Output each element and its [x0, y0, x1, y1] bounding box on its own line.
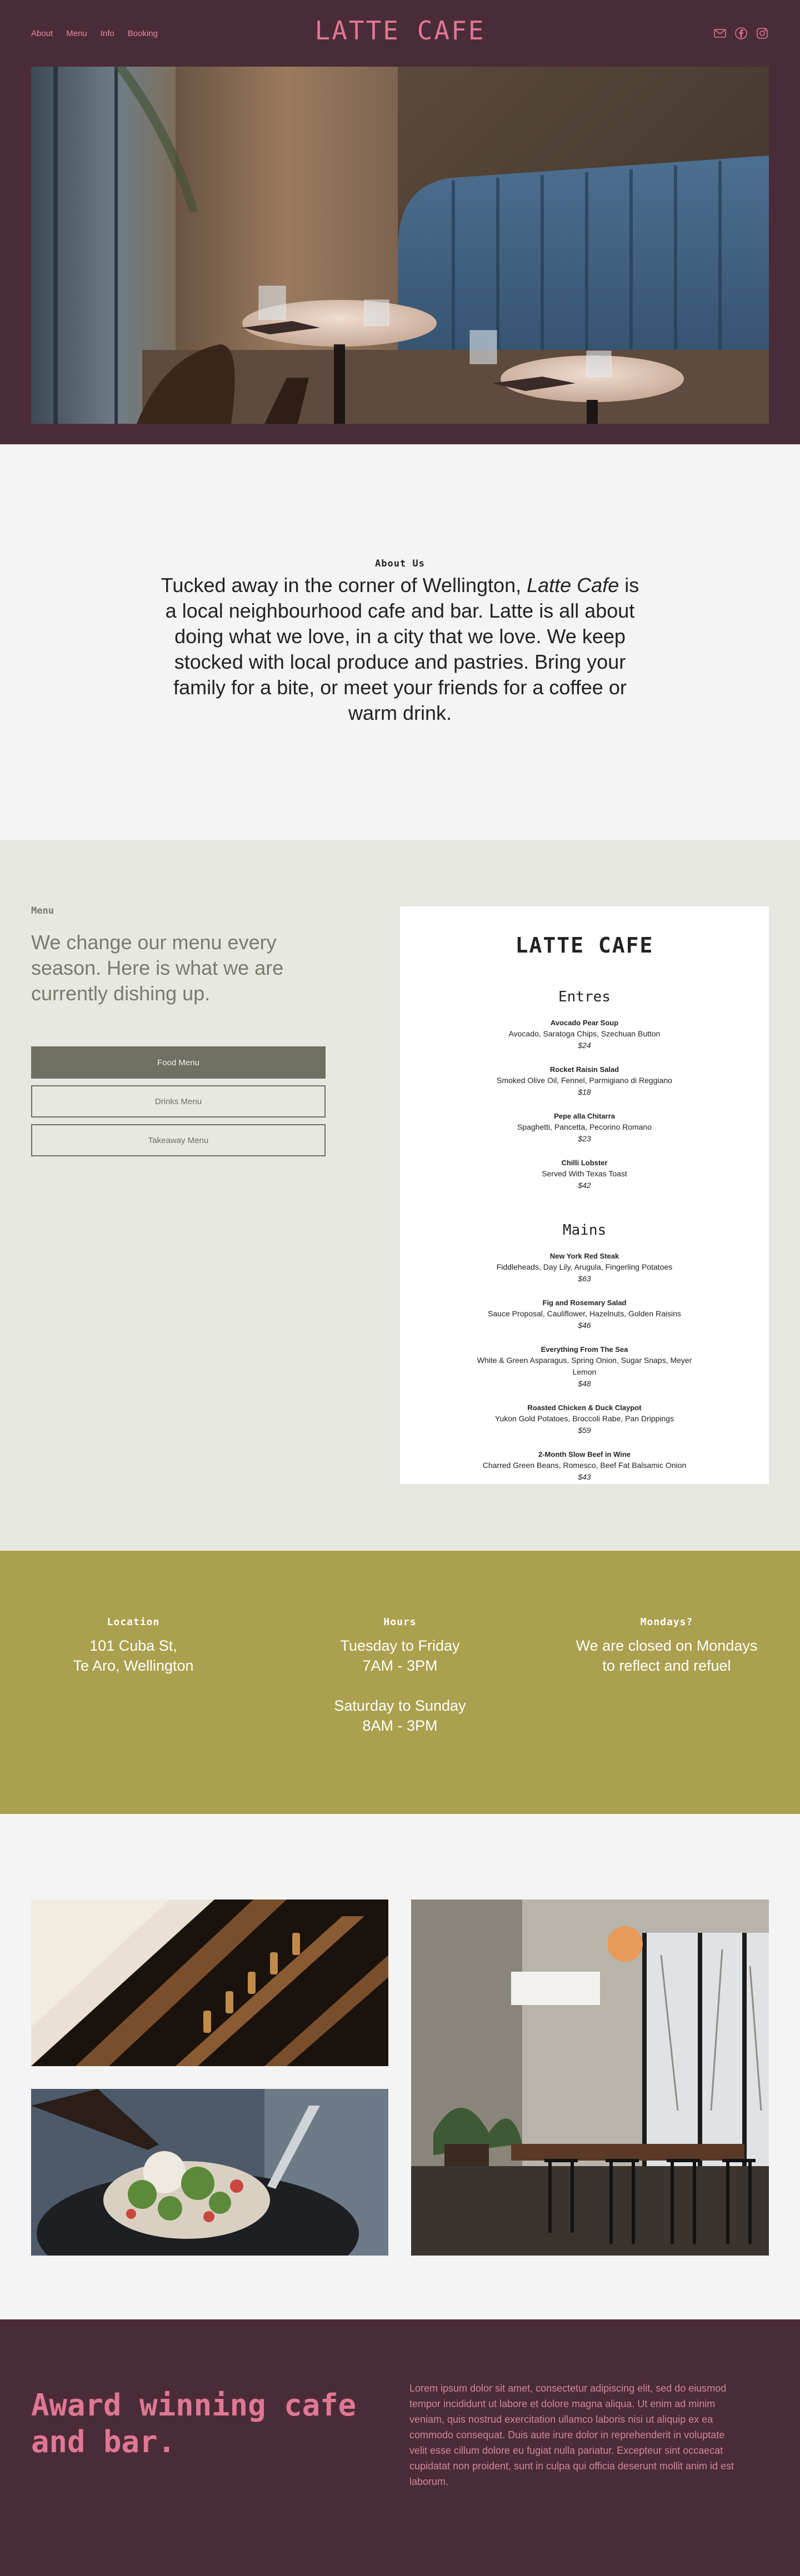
- location-column: Location 101 Cuba St, Te Aro, Wellington: [0, 1616, 267, 1814]
- dish-description: Charred Green Beans, Romesco, Beef Fat B…: [482, 1461, 687, 1470]
- menu-item: Everything From The Sea White & Green As…: [400, 1344, 769, 1389]
- facebook-icon[interactable]: [734, 27, 748, 40]
- dish-price: $23: [578, 1134, 591, 1143]
- dish-price: $42: [578, 1181, 591, 1190]
- hero-image: [31, 67, 769, 424]
- dish-name: Fig and Rosemary Salad: [542, 1299, 627, 1307]
- nav-link-menu[interactable]: Menu: [66, 29, 87, 38]
- dish-description: White & Green Asparagus, Spring Onion, S…: [477, 1356, 692, 1376]
- dish-name: Avocado Pear Soup: [550, 1019, 619, 1027]
- menu-item: Roasted Chicken & Duck Claypot Yukon Gol…: [400, 1402, 769, 1436]
- mains-list: New York Red Steak Fiddleheads, Day Lily…: [400, 1251, 769, 1482]
- dish-description: Yukon Gold Potatoes, Broccoli Rabe, Pan …: [494, 1414, 674, 1423]
- mondays-column: Mondays? We are closed on Mondays to ref…: [533, 1616, 800, 1814]
- gallery-image-interior: [411, 1900, 769, 2256]
- mondays-text: We are closed on Mondays: [576, 1637, 758, 1654]
- about-cafe-name: Latte Cafe: [527, 574, 619, 597]
- menu-item: 2-Month Slow Beef in Wine Charred Green …: [400, 1449, 769, 1482]
- dish-price: $24: [578, 1041, 591, 1050]
- nav-links: About Menu Info Booking: [31, 29, 158, 38]
- takeaway-menu-button[interactable]: Takeaway Menu: [31, 1124, 326, 1156]
- hours-days: Saturday to Sunday: [334, 1697, 466, 1714]
- instagram-icon[interactable]: [756, 27, 769, 40]
- address-line: 101 Cuba St,: [89, 1637, 177, 1654]
- location-heading: Location: [107, 1616, 160, 1628]
- entres-heading: Entres: [558, 989, 611, 1005]
- menu-card-title: LATTE CAFE: [515, 933, 654, 958]
- nav-link-about[interactable]: About: [31, 29, 53, 38]
- hours-column: Hours Tuesday to Friday 7AM - 3PM Saturd…: [267, 1616, 533, 1814]
- dish-name: Roasted Chicken & Duck Claypot: [527, 1404, 642, 1412]
- dish-description: Avocado, Saratoga Chips, Szechuan Button: [508, 1029, 661, 1038]
- info-section: Location 101 Cuba St, Te Aro, Wellington…: [0, 1551, 800, 1814]
- menu-item: Fig and Rosemary Salad Sauce Proposal, C…: [400, 1297, 769, 1331]
- menu-item: Chilli Lobster Served With Texas Toast $…: [400, 1157, 769, 1191]
- site-logo[interactable]: LATTE CAFE: [315, 16, 486, 46]
- dish-name: 2-Month Slow Beef in Wine: [538, 1450, 631, 1459]
- dish-price: $18: [578, 1087, 591, 1096]
- menu-item: Avocado Pear Soup Avocado, Saratoga Chip…: [400, 1018, 769, 1051]
- dish-description: Spaghetti, Pancetta, Pecorino Romano: [517, 1122, 652, 1131]
- dish-description: Sauce Proposal, Cauliflower, Hazelnuts, …: [488, 1309, 681, 1318]
- food-menu-button[interactable]: Food Menu: [31, 1046, 326, 1079]
- mail-icon[interactable]: [713, 27, 727, 40]
- award-heading: Award winning cafe and bar.: [31, 2388, 357, 2459]
- dish-name: New York Red Steak: [549, 1252, 619, 1260]
- hours-times: 7AM - 3PM: [362, 1657, 438, 1674]
- menu-section: Menu We change our menu every season. He…: [0, 840, 800, 1551]
- gallery-image-shelf: [31, 1900, 388, 2066]
- mains-heading: Mains: [562, 1222, 607, 1239]
- dish-price: $48: [578, 1379, 591, 1388]
- top-nav: About Menu Info Booking LATTE CAFE: [0, 0, 800, 67]
- footer-section: Award winning cafe and bar. Lorem ipsum …: [0, 2319, 800, 2576]
- mondays-heading: Mondays?: [640, 1616, 693, 1628]
- dish-description: Smoked Olive Oil, Fennel, Parmigiano di …: [497, 1076, 672, 1085]
- menu-item: Pepe alla Chitarra Spaghetti, Pancetta, …: [400, 1111, 769, 1144]
- about-heading: About Us: [375, 558, 425, 569]
- dish-description: Fiddleheads, Day Lily, Arugula, Fingerli…: [496, 1262, 673, 1271]
- dish-price: $63: [578, 1274, 591, 1283]
- entres-list: Avocado Pear Soup Avocado, Saratoga Chip…: [400, 1018, 769, 1191]
- dish-name: Pepe alla Chitarra: [554, 1112, 615, 1120]
- about-section: About Us Tucked away in the corner of We…: [0, 444, 800, 840]
- hours-times: 8AM - 3PM: [362, 1717, 438, 1734]
- menu-item: New York Red Steak Fiddleheads, Day Lily…: [400, 1251, 769, 1284]
- nav-link-booking[interactable]: Booking: [128, 29, 158, 38]
- dish-price: $46: [578, 1321, 591, 1330]
- dish-description: Served With Texas Toast: [542, 1169, 627, 1178]
- footer-description: Lorem ipsum dolor sit amet, consectetur …: [409, 2383, 734, 2487]
- menu-card: LATTE CAFE Entres Avocado Pear Soup Avoc…: [400, 906, 769, 1484]
- about-text: Tucked away in the corner of Wellington,…: [156, 573, 644, 726]
- gallery-image-dish: [31, 2089, 388, 2256]
- social-icons: [713, 27, 769, 40]
- hours-heading: Hours: [383, 1616, 417, 1628]
- dish-name: Chilli Lobster: [561, 1159, 608, 1167]
- header-section: About Menu Info Booking LATTE CAFE: [0, 0, 800, 444]
- drinks-menu-button[interactable]: Drinks Menu: [31, 1085, 326, 1117]
- menu-item: Rocket Raisin Salad Smoked Olive Oil, Fe…: [400, 1064, 769, 1097]
- about-text-part: Tucked away in the corner of Wellington,: [161, 574, 527, 597]
- dish-name: Rocket Raisin Salad: [549, 1065, 619, 1074]
- address-line: Te Aro, Wellington: [73, 1657, 194, 1674]
- menu-heading: Menu: [31, 905, 54, 916]
- mondays-text: to reflect and refuel: [602, 1657, 731, 1674]
- hours-days: Tuesday to Friday: [340, 1637, 460, 1654]
- gallery-section: [0, 1814, 800, 2319]
- dish-price: $43: [578, 1472, 591, 1481]
- dish-name: Everything From The Sea: [541, 1345, 628, 1354]
- dish-price: $59: [578, 1426, 591, 1435]
- nav-link-info[interactable]: Info: [101, 29, 114, 38]
- menu-intro: We change our menu every season. Here is…: [31, 931, 284, 1005]
